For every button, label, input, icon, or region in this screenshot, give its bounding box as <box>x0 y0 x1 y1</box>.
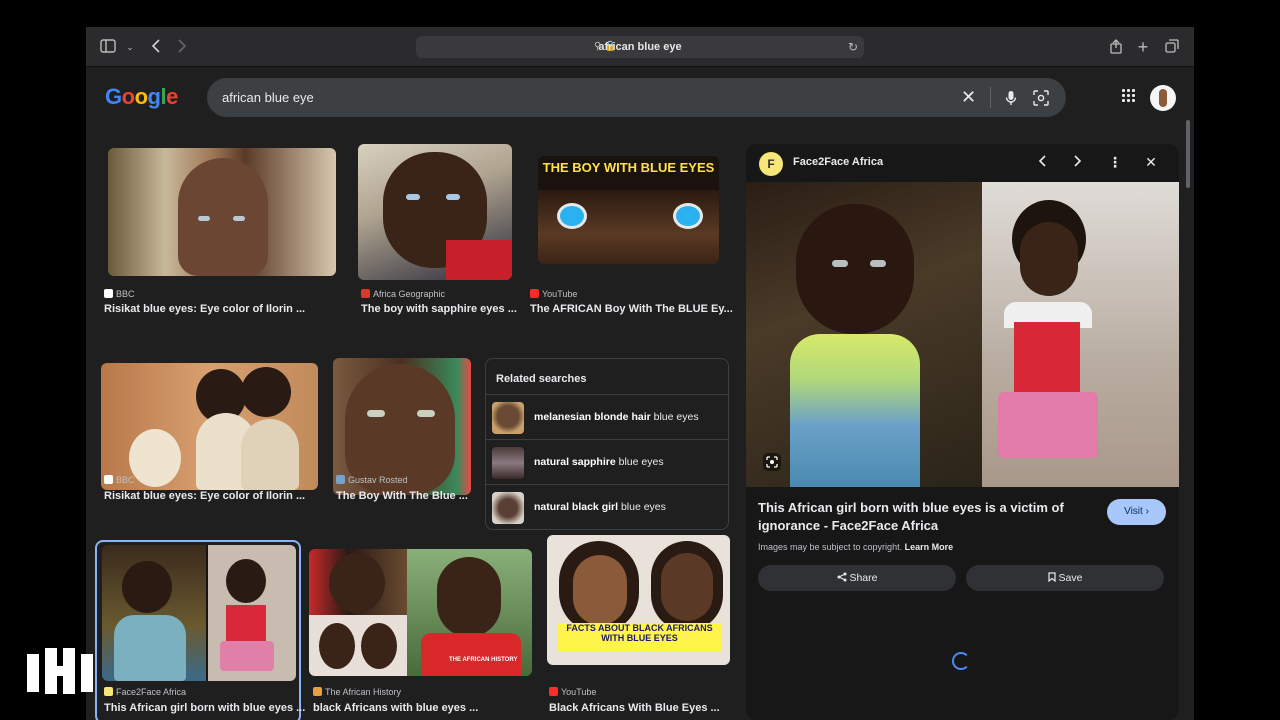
more-options-icon[interactable]: ⋮ <box>1105 152 1125 172</box>
related-searches-title: Related searches <box>496 373 587 385</box>
previous-icon[interactable] <box>1032 152 1052 172</box>
bookmark-icon <box>1047 572 1056 583</box>
save-button[interactable]: Save <box>966 565 1164 591</box>
result-image[interactable] <box>358 144 512 280</box>
youtube-favicon-icon <box>549 687 558 696</box>
search-input[interactable]: african blue eye <box>222 78 314 117</box>
reload-icon[interactable]: ↻ <box>848 36 858 58</box>
camera-search-icon[interactable] <box>1033 78 1049 117</box>
image-results-grid: BBC Risikat blue eyes: Eye color of Ilor… <box>86 130 746 720</box>
result-source: YouTube <box>561 687 597 697</box>
search-box[interactable]: african blue eye ✕ <box>207 78 1066 117</box>
related-search-item[interactable]: natural sapphire blue eyes <box>486 439 728 484</box>
back-icon[interactable] <box>148 39 164 55</box>
close-icon[interactable]: ✕ <box>1141 152 1161 172</box>
gustav-rosted-favicon-icon <box>336 475 345 484</box>
copyright-notice: Images may be subject to copyright. Lear… <box>758 542 954 552</box>
result-image[interactable] <box>101 363 318 490</box>
result-source: Gustav Rosted <box>348 475 408 485</box>
result-title[interactable]: The boy with sapphire eyes ... <box>361 303 517 315</box>
clear-icon[interactable]: ✕ <box>961 78 976 117</box>
result-source: BBC <box>116 289 135 299</box>
result-image[interactable]: THE AFRICAN HISTORY <box>309 549 532 676</box>
bbc-favicon-icon <box>104 289 113 298</box>
related-thumbnail <box>492 492 524 524</box>
result-source: Face2Face Africa <box>116 687 187 697</box>
visit-button[interactable]: Visit › <box>1107 499 1166 525</box>
preview-source[interactable]: Face2Face Africa <box>793 156 883 168</box>
face2face-favicon-icon: F <box>759 152 783 176</box>
share-icon[interactable] <box>1108 39 1124 55</box>
chevron-right-icon: › <box>1145 506 1149 517</box>
learn-more-link[interactable]: Learn More <box>905 542 954 552</box>
lens-search-icon[interactable] <box>762 452 782 472</box>
thumbnail-overlay-text: THE BOY WITH BLUE EYES <box>542 160 715 175</box>
result-source: Africa Geographic <box>373 289 446 299</box>
address-bar[interactable]: ⚲ 🔒 african blue eye ↻ <box>416 36 864 58</box>
related-search-item[interactable]: melanesian blonde hair blue eyes <box>486 394 728 439</box>
loading-spinner-icon <box>952 652 970 670</box>
african-history-favicon-icon <box>313 687 322 696</box>
microphone-icon[interactable] <box>1005 78 1017 117</box>
browser-window: ⌄ ⚲ 🔒 african blue eye ↻ + Google africa… <box>86 27 1194 720</box>
url-text: african blue eye <box>598 41 682 53</box>
related-thumbnail <box>492 402 524 434</box>
share-button[interactable]: Share <box>758 565 956 591</box>
chevron-down-icon[interactable]: ⌄ <box>122 39 138 55</box>
share-icon <box>837 572 847 582</box>
result-image[interactable] <box>108 148 336 276</box>
result-image[interactable]: FACTS ABOUT BLACK AFRICANS WITH BLUE EYE… <box>547 535 730 665</box>
result-image[interactable] <box>102 545 296 681</box>
result-title[interactable]: The Boy With The Blue ... <box>336 490 468 502</box>
result-image[interactable]: THE BOY WITH BLUE EYES <box>538 156 719 264</box>
preview-image[interactable] <box>746 182 1179 487</box>
related-search-item[interactable]: natural black girl blue eyes <box>486 484 728 529</box>
sidebar-icon[interactable] <box>100 39 116 55</box>
google-apps-icon[interactable] <box>1122 89 1138 105</box>
next-icon[interactable] <box>1068 152 1088 172</box>
africa-geographic-favicon-icon <box>361 289 370 298</box>
divider <box>990 87 991 108</box>
avatar[interactable] <box>1150 85 1176 111</box>
preview-title[interactable]: This African girl born with blue eyes is… <box>758 499 1088 535</box>
tabs-overview-icon[interactable] <box>1164 39 1180 55</box>
watermark-logo-icon <box>25 646 97 698</box>
result-title[interactable]: Risikat blue eyes: Eye color of Ilorin .… <box>104 490 305 502</box>
forward-icon[interactable] <box>174 39 190 55</box>
google-logo[interactable]: Google <box>105 84 178 110</box>
result-title[interactable]: This African girl born with blue eyes ..… <box>104 702 305 714</box>
image-preview-panel: F Face2Face Africa ⋮ ✕ This African girl… <box>746 144 1179 720</box>
result-title[interactable]: Risikat blue eyes: Eye color of Ilorin .… <box>104 303 305 315</box>
browser-toolbar: ⌄ ⚲ 🔒 african blue eye ↻ + <box>86 27 1194 67</box>
scrollbar[interactable] <box>1186 120 1190 188</box>
result-title[interactable]: Black Africans With Blue Eyes ... <box>549 702 720 714</box>
bbc-favicon-icon <box>104 475 113 484</box>
related-thumbnail <box>492 447 524 479</box>
new-tab-icon[interactable]: + <box>1135 38 1151 56</box>
thumbnail-overlay-text: FACTS ABOUT BLACK AFRICANS WITH BLUE EYE… <box>566 623 713 643</box>
face2face-favicon-icon <box>104 687 113 696</box>
google-header: Google african blue eye ✕ <box>86 67 1194 130</box>
result-source: The African History <box>325 687 402 697</box>
result-source: BBC <box>116 475 135 485</box>
result-source: YouTube <box>542 289 578 299</box>
youtube-favicon-icon <box>530 289 539 298</box>
related-searches: Related searches melanesian blonde hair … <box>485 358 729 530</box>
result-title[interactable]: The AFRICAN Boy With The BLUE Ey... <box>530 303 733 315</box>
result-title[interactable]: black Africans with blue eyes ... <box>313 702 478 714</box>
